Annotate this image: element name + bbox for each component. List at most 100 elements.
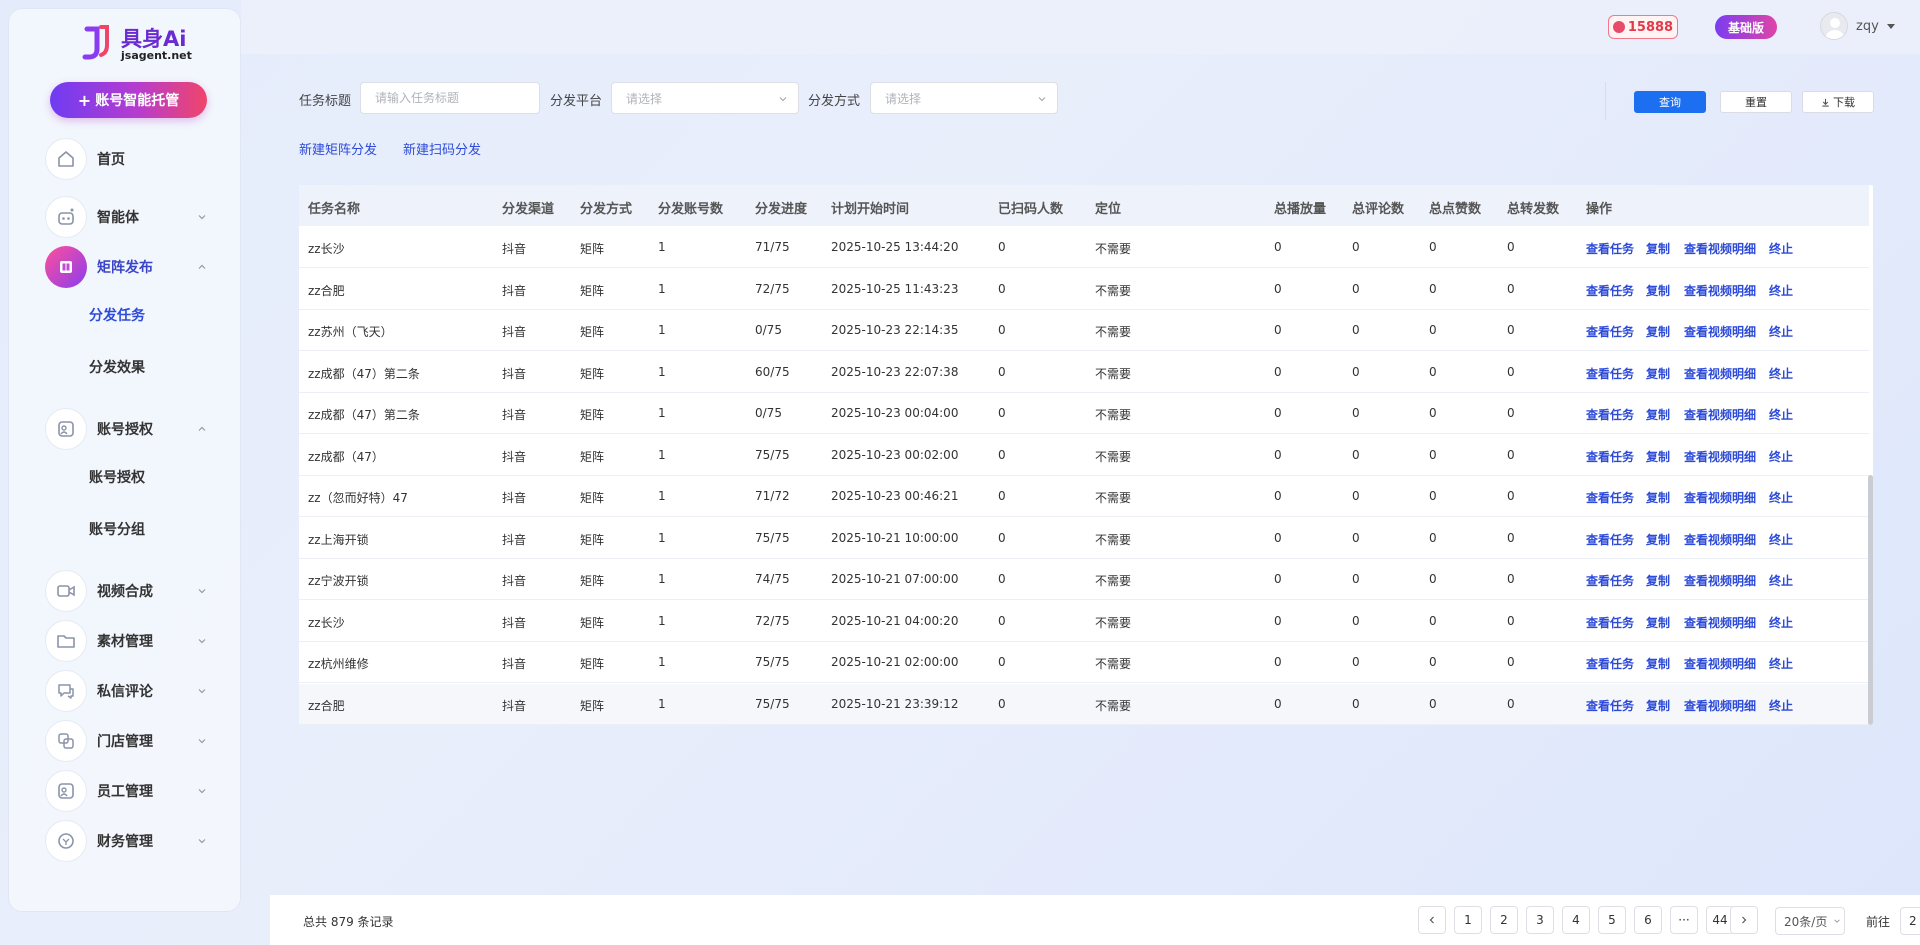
- table-cell: 不需要: [1095, 615, 1132, 630]
- view-task-link[interactable]: 查看任务: [1586, 448, 1634, 465]
- copy-link[interactable]: 复制: [1646, 365, 1670, 382]
- sidebar-item-agent[interactable]: 智能体: [45, 195, 215, 239]
- user-menu[interactable]: zqy: [1820, 12, 1895, 40]
- sidebar-subitem-account-auth[interactable]: 账号授权: [89, 467, 145, 487]
- view-video-detail-link[interactable]: 查看视频明细: [1684, 365, 1756, 382]
- view-video-detail-link[interactable]: 查看视频明细: [1684, 572, 1756, 589]
- sidebar-item-dm[interactable]: 私信评论: [45, 669, 215, 713]
- view-task-link[interactable]: 查看任务: [1586, 614, 1634, 631]
- copy-link[interactable]: 复制: [1646, 448, 1670, 465]
- terminate-link[interactable]: 终止: [1769, 282, 1793, 299]
- view-task-link[interactable]: 查看任务: [1586, 323, 1634, 340]
- new-scan-distribute-link[interactable]: 新建扫码分发: [403, 139, 481, 158]
- copy-link[interactable]: 复制: [1646, 697, 1670, 714]
- terminate-link[interactable]: 终止: [1769, 655, 1793, 672]
- query-button[interactable]: 查询: [1634, 91, 1706, 113]
- copy-link[interactable]: 复制: [1646, 240, 1670, 257]
- terminate-link[interactable]: 终止: [1769, 614, 1793, 631]
- sidebar-subitem-distribute-effect[interactable]: 分发效果: [89, 357, 145, 377]
- plan-badge[interactable]: 基础版: [1715, 15, 1777, 39]
- table-cell: zz成都（47）第二条: [308, 408, 420, 422]
- sidebar-item-material[interactable]: 素材管理: [45, 619, 215, 663]
- table-cell: 0: [998, 572, 1006, 586]
- copy-link[interactable]: 复制: [1646, 489, 1670, 506]
- view-video-detail-link[interactable]: 查看视频明细: [1684, 406, 1756, 423]
- terminate-link[interactable]: 终止: [1769, 448, 1793, 465]
- sidebar-item-store[interactable]: 门店管理: [45, 719, 215, 763]
- platform-select[interactable]: 请选择: [611, 82, 799, 114]
- chevron-up-icon: [198, 426, 206, 431]
- view-task-link[interactable]: 查看任务: [1586, 697, 1634, 714]
- page-button[interactable]: 1: [1454, 906, 1482, 934]
- view-video-detail-link[interactable]: 查看视频明细: [1684, 240, 1756, 257]
- page-button[interactable]: 2: [1490, 906, 1518, 934]
- copy-link[interactable]: 复制: [1646, 614, 1670, 631]
- view-video-detail-link[interactable]: 查看视频明细: [1684, 531, 1756, 548]
- page-button[interactable]: 5: [1598, 906, 1626, 934]
- view-video-detail-link[interactable]: 查看视频明细: [1684, 448, 1756, 465]
- copy-link[interactable]: 复制: [1646, 531, 1670, 548]
- view-task-link[interactable]: 查看任务: [1586, 365, 1634, 382]
- sidebar-subitem-account-group[interactable]: 账号分组: [89, 519, 145, 539]
- page-button[interactable]: 6: [1634, 906, 1662, 934]
- terminate-link[interactable]: 终止: [1769, 323, 1793, 340]
- copy-link[interactable]: 复制: [1646, 406, 1670, 423]
- terminate-link[interactable]: 终止: [1769, 240, 1793, 257]
- view-video-detail-link[interactable]: 查看视频明细: [1684, 282, 1756, 299]
- reset-button[interactable]: 重置: [1720, 91, 1792, 113]
- method-select[interactable]: 请选择: [870, 82, 1058, 114]
- table-cell: 0: [1507, 364, 1515, 379]
- view-video-detail-link[interactable]: 查看视频明细: [1684, 323, 1756, 340]
- view-task-link[interactable]: 查看任务: [1586, 531, 1634, 548]
- task-title-field[interactable]: [360, 82, 540, 114]
- terminate-link[interactable]: 终止: [1769, 531, 1793, 548]
- terminate-link[interactable]: 终止: [1769, 489, 1793, 506]
- view-video-detail-link[interactable]: 查看视频明细: [1684, 614, 1756, 631]
- sidebar-item-finance[interactable]: 财务管理: [45, 819, 215, 863]
- goto-label: 前往: [1866, 915, 1891, 929]
- view-task-link[interactable]: 查看任务: [1586, 572, 1634, 589]
- view-task-link[interactable]: 查看任务: [1586, 655, 1634, 672]
- copy-link[interactable]: 复制: [1646, 323, 1670, 340]
- view-task-link[interactable]: 查看任务: [1586, 240, 1634, 257]
- sidebar-subitem-distribute-task[interactable]: 分发任务: [89, 305, 145, 325]
- table-scrollbar[interactable]: [1868, 475, 1873, 725]
- terminate-link[interactable]: 终止: [1769, 365, 1793, 382]
- goto-page-input[interactable]: 2: [1900, 907, 1920, 935]
- copy-link[interactable]: 复制: [1646, 572, 1670, 589]
- table-cell: 0: [998, 406, 1006, 420]
- view-video-detail-link[interactable]: 查看视频明细: [1684, 697, 1756, 714]
- terminate-link[interactable]: 终止: [1769, 406, 1793, 423]
- page-button[interactable]: 4: [1562, 906, 1590, 934]
- sidebar-item-matrix[interactable]: 矩阵发布: [45, 245, 215, 289]
- page-button[interactable]: ···: [1670, 906, 1698, 934]
- view-task-link[interactable]: 查看任务: [1586, 282, 1634, 299]
- next-page-button[interactable]: [1730, 906, 1758, 934]
- points-badge[interactable]: 15888: [1608, 15, 1678, 39]
- new-matrix-distribute-link[interactable]: 新建矩阵分发: [299, 139, 377, 158]
- terminate-link[interactable]: 终止: [1769, 572, 1793, 589]
- terminate-link[interactable]: 终止: [1769, 697, 1793, 714]
- copy-link[interactable]: 复制: [1646, 655, 1670, 672]
- account-hosting-button[interactable]: + 账号智能托管: [50, 82, 207, 118]
- sidebar-item-video[interactable]: 视频合成: [45, 569, 215, 613]
- view-task-link[interactable]: 查看任务: [1586, 489, 1634, 506]
- task-title-input[interactable]: [375, 91, 525, 105]
- view-video-detail-link[interactable]: 查看视频明细: [1684, 489, 1756, 506]
- logo[interactable]: 具身Ai jsagent.net: [75, 19, 215, 65]
- view-video-detail-link[interactable]: 查看视频明细: [1684, 655, 1756, 672]
- sidebar-item-home[interactable]: 首页: [45, 137, 215, 181]
- view-task-link[interactable]: 查看任务: [1586, 406, 1634, 423]
- copy-link[interactable]: 复制: [1646, 282, 1670, 299]
- column-header: 分发方式: [580, 202, 633, 217]
- page-size-select[interactable]: 20条/页: [1775, 907, 1845, 935]
- table-cell: 0: [1507, 240, 1515, 254]
- table-cell: 0: [1507, 489, 1515, 503]
- prev-page-button[interactable]: [1418, 906, 1446, 934]
- download-button[interactable]: 下载: [1802, 91, 1874, 113]
- sidebar-item-staff[interactable]: 员工管理: [45, 769, 215, 813]
- page-button[interactable]: 3: [1526, 906, 1554, 934]
- table-cell: 0: [1507, 613, 1515, 628]
- method-label: 分发方式: [808, 94, 861, 109]
- sidebar-item-auth[interactable]: 账号授权: [45, 407, 215, 451]
